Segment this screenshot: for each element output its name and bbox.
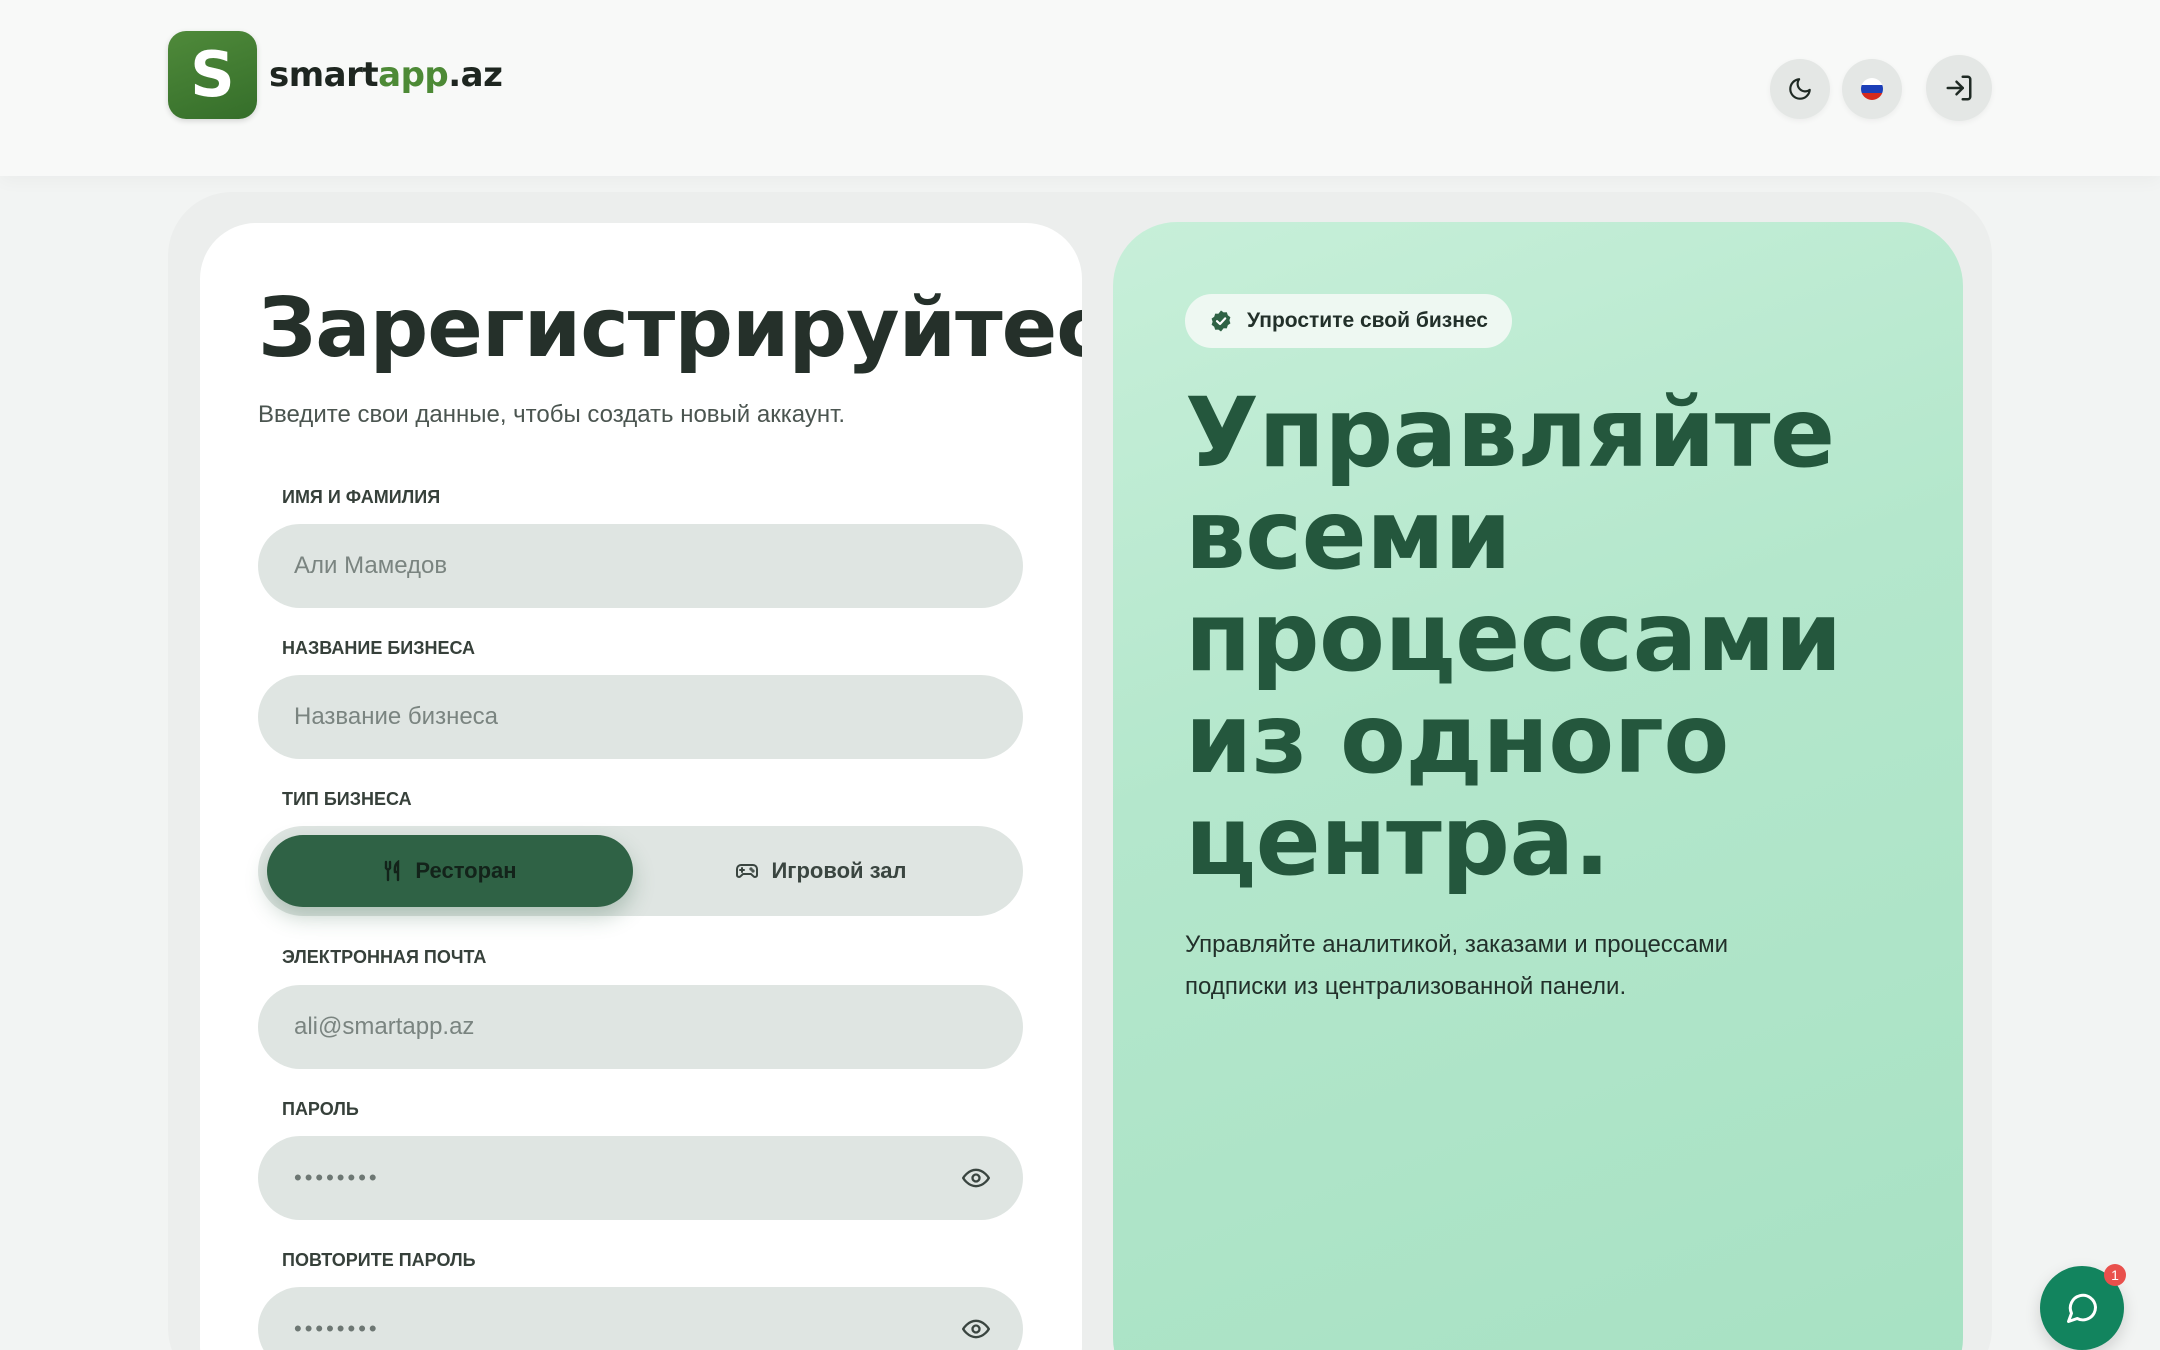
hero-badge-text: Упростите свой бизнес xyxy=(1247,309,1488,332)
language-button[interactable] xyxy=(1842,59,1902,119)
theme-toggle-button[interactable] xyxy=(1770,59,1830,119)
password-field[interactable]: •••••••• xyxy=(258,1136,1023,1220)
full-name-field[interactable]: Али Мамедов xyxy=(258,524,1023,608)
show-password-eye-icon[interactable] xyxy=(961,1164,991,1192)
gamepad-icon xyxy=(736,864,759,878)
business-type-label: ТИП БИЗНЕСА xyxy=(282,789,412,809)
logo-letter: S xyxy=(190,38,235,111)
top-header: S smartapp.az xyxy=(0,0,2160,176)
form-title: Зарегистрируйтесь xyxy=(258,281,1082,376)
hero-title-line: из одного xyxy=(1185,683,1729,795)
business-type-restaurant-option[interactable]: Ресторан xyxy=(267,835,633,907)
brand-name-part3: .az xyxy=(448,55,503,95)
utensils-icon xyxy=(385,860,400,882)
chat-unread-badge: 1 xyxy=(2104,1264,2126,1286)
brand-name: smartapp.az xyxy=(269,55,503,95)
login-icon xyxy=(1946,75,1972,101)
email-label: ЭЛЕКТРОННАЯ ПОЧТА xyxy=(282,947,487,967)
repeat-password-value: •••••••• xyxy=(294,1316,380,1341)
hero-title-line: процессами xyxy=(1185,581,1842,693)
hero-title-line: центра. xyxy=(1185,785,1610,897)
business-name-label: НАЗВАНИЕ БИЗНЕСА xyxy=(282,638,476,658)
russia-flag-icon xyxy=(1861,78,1883,100)
business-type-gaming-option[interactable]: Игровой зал xyxy=(638,835,1004,907)
hero-badge: Упростите свой бизнес xyxy=(1185,294,1512,348)
brand-logo[interactable]: S smartapp.az xyxy=(168,31,503,119)
restaurant-option-label: Ресторан xyxy=(415,858,517,883)
hero-panel: Упростите свой бизнес Управляйте всеми п… xyxy=(1113,222,1963,1350)
repeat-password-label: ПОВТОРИТЕ ПАРОЛЬ xyxy=(282,1250,476,1270)
business-type-selector: Ресторан Игровой зал xyxy=(258,826,1023,916)
business-name-placeholder: Название бизнеса xyxy=(294,703,499,730)
moon-icon xyxy=(1789,78,1811,100)
hero-subtitle: Управляйте аналитикой, заказами и процес… xyxy=(1185,931,1729,1000)
login-button[interactable] xyxy=(1926,55,1992,121)
brand-name-part2: app xyxy=(378,55,449,95)
email-field[interactable]: ali@smartapp.az xyxy=(258,985,1023,1069)
chat-bubble-icon xyxy=(2067,1293,2098,1323)
full-name-label: ИМЯ И ФАМИЛИЯ xyxy=(282,487,441,507)
verified-check-icon xyxy=(1211,310,1231,332)
show-repeat-password-eye-icon[interactable] xyxy=(961,1315,991,1343)
gaming-option-label: Игровой зал xyxy=(771,858,907,883)
password-label: ПАРОЛЬ xyxy=(282,1099,359,1119)
hero-title-line: Управляйте xyxy=(1185,377,1835,489)
hero-title-line: всеми xyxy=(1185,479,1512,591)
email-placeholder: ali@smartapp.az xyxy=(294,1013,475,1040)
business-name-field[interactable]: Название бизнеса xyxy=(258,675,1023,759)
hero-title: Управляйте всеми процессами из одного це… xyxy=(1185,382,1945,892)
logo-mark-icon: S xyxy=(168,31,257,119)
full-name-placeholder: Али Мамедов xyxy=(294,552,448,579)
repeat-password-field[interactable]: •••••••• xyxy=(258,1287,1023,1350)
form-subtitle: Введите свои данные, чтобы создать новый… xyxy=(258,401,846,428)
brand-name-part1: smart xyxy=(269,55,379,95)
password-value: •••••••• xyxy=(294,1165,380,1190)
registration-form-card: Зарегистрируйтесь Введите свои данные, ч… xyxy=(200,223,1082,1350)
